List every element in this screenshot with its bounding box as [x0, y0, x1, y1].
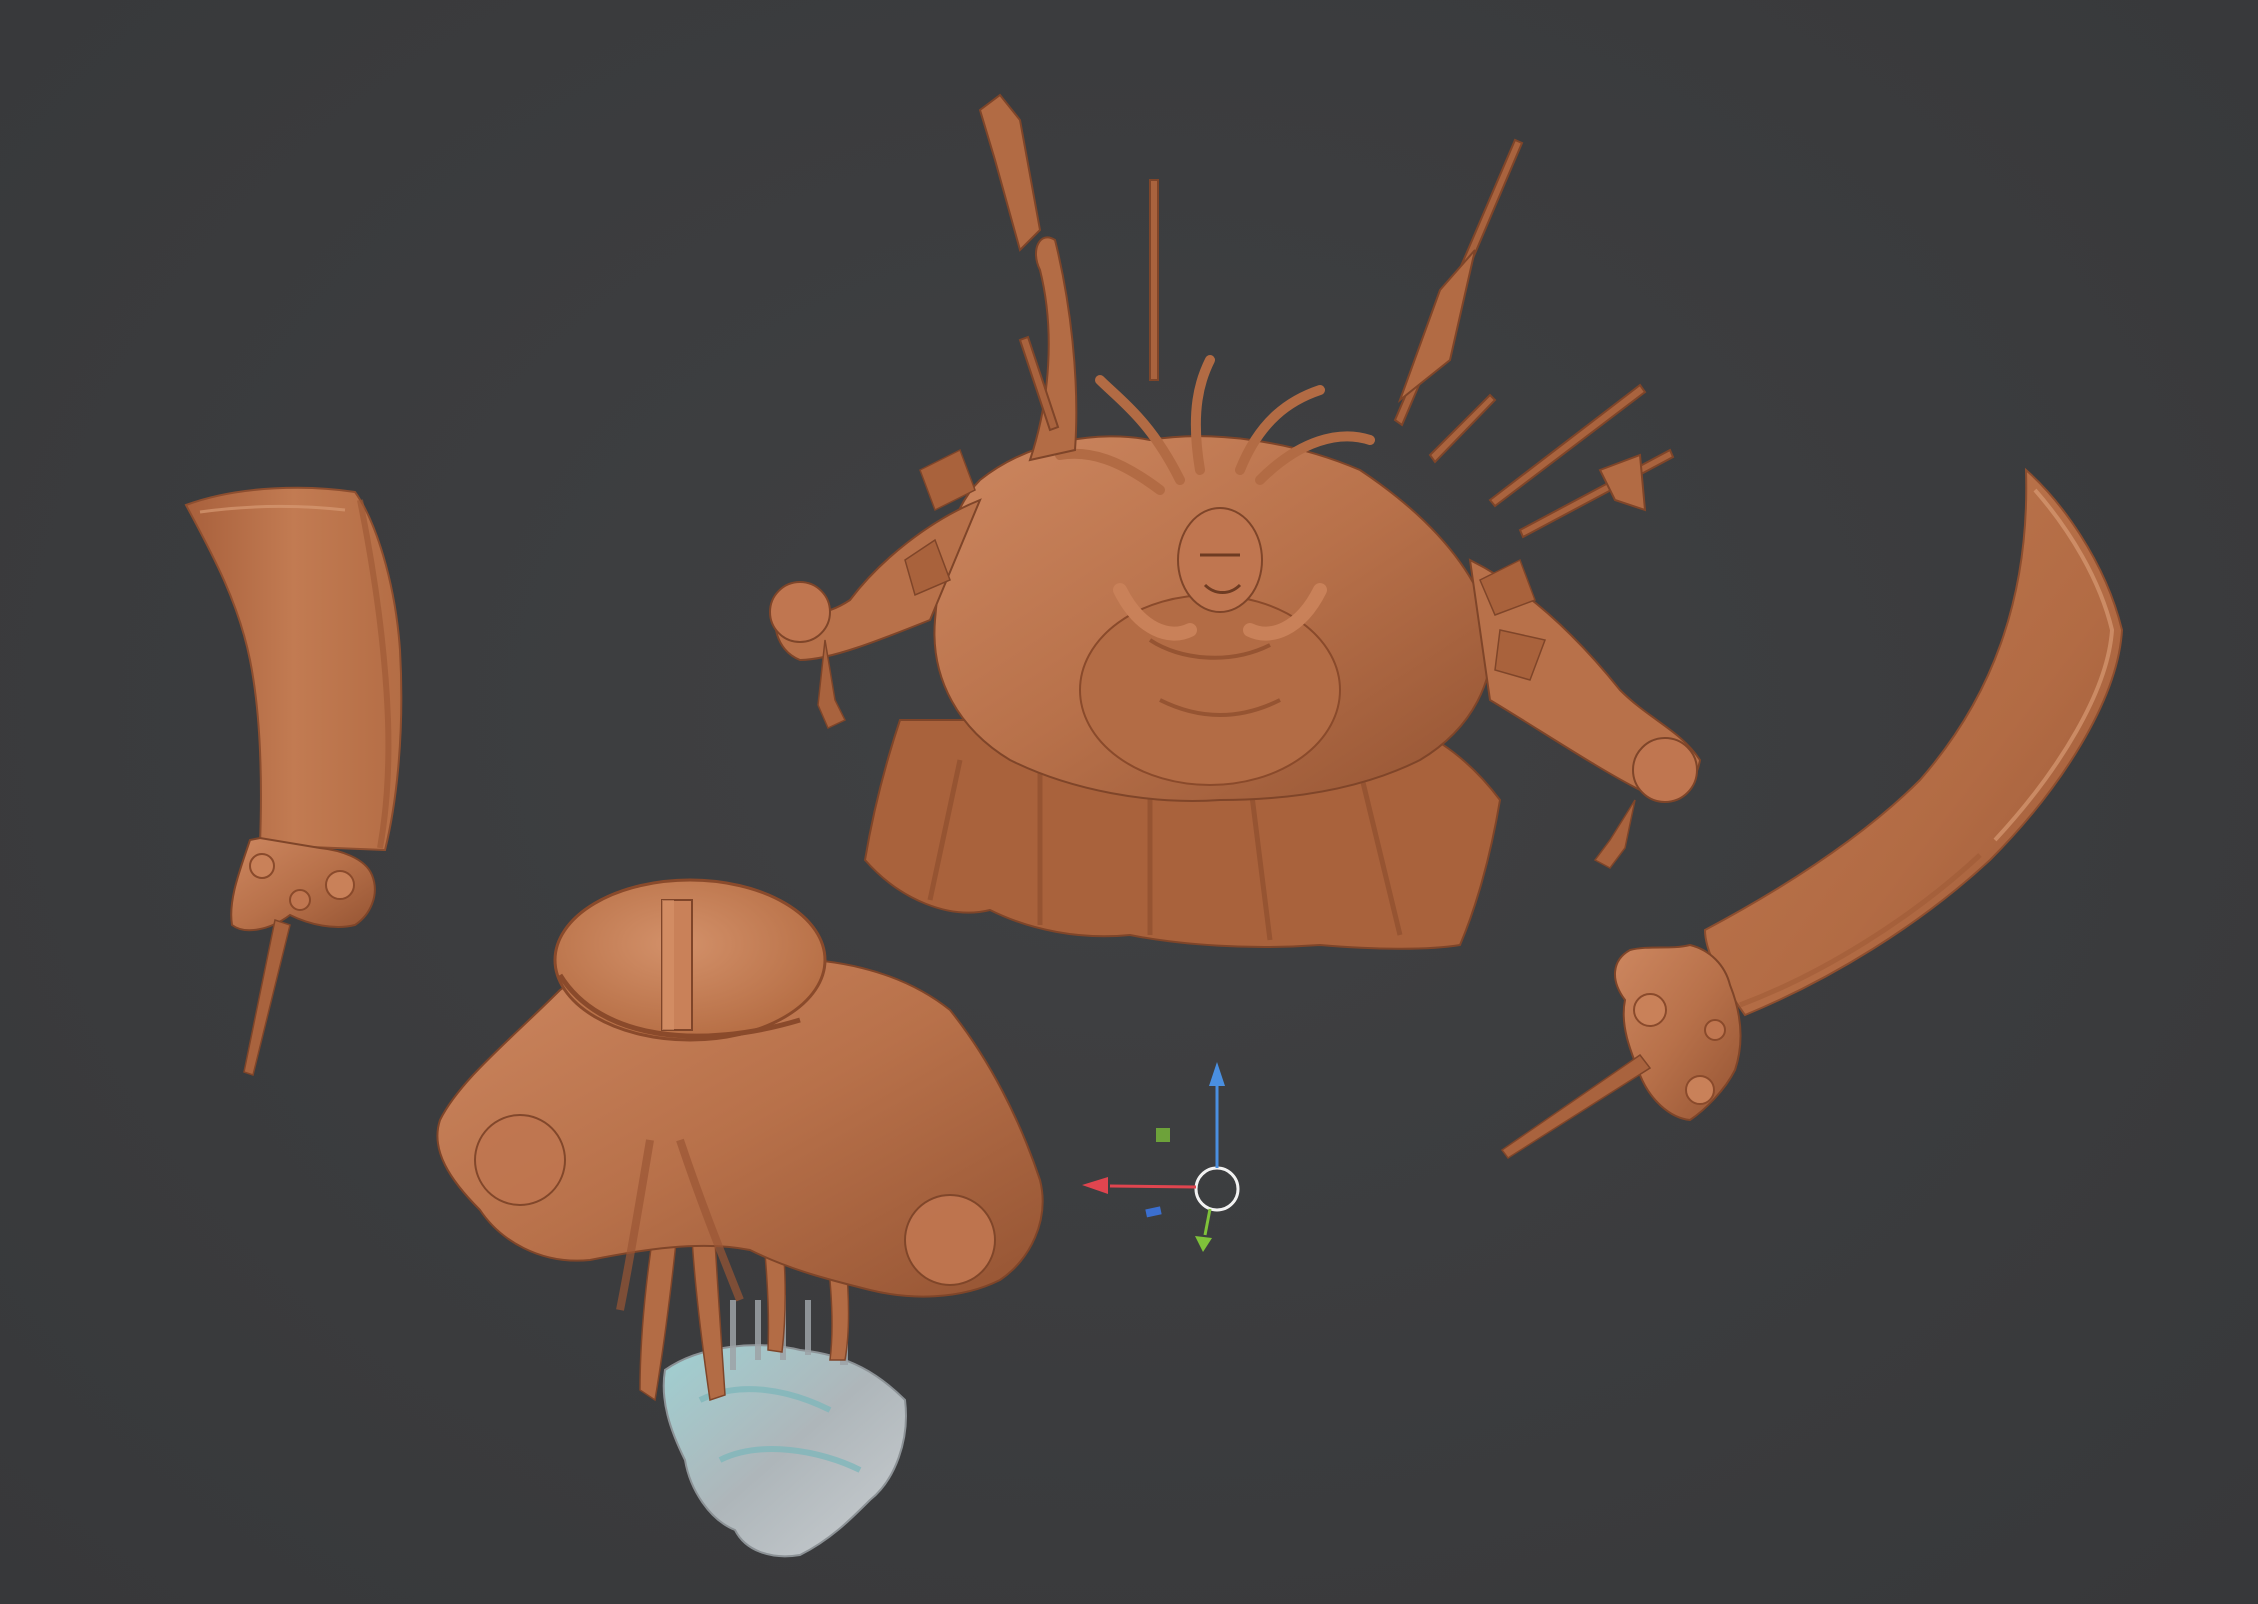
3d-cursor-icon[interactable]: [1194, 1166, 1240, 1212]
right-blade-edge: [1703, 467, 2124, 1017]
xz-plane-handle-icon[interactable]: [1156, 1128, 1170, 1142]
x-axis-arrow-icon[interactable]: [1082, 1177, 1108, 1194]
y-axis-arrow-icon[interactable]: [1195, 1236, 1212, 1252]
left-blade-handle: [243, 919, 291, 1076]
warrior-torso[interactable]: [769, 93, 1702, 950]
xy-plane-handle-icon[interactable]: [1145, 1206, 1162, 1218]
3d-viewport[interactable]: [0, 0, 2258, 1604]
left-blade[interactable]: [184, 486, 403, 1076]
z-axis-arrow-icon[interactable]: [1209, 1062, 1225, 1086]
warrior-base[interactable]: [436, 878, 1044, 1558]
transform-gizmo[interactable]: [1082, 1062, 1240, 1252]
scene-canvas[interactable]: [0, 0, 2258, 1604]
right-blade[interactable]: [1500, 467, 2124, 1160]
right-blade-handle: [1500, 1053, 1652, 1160]
torso-head: [1177, 507, 1263, 613]
